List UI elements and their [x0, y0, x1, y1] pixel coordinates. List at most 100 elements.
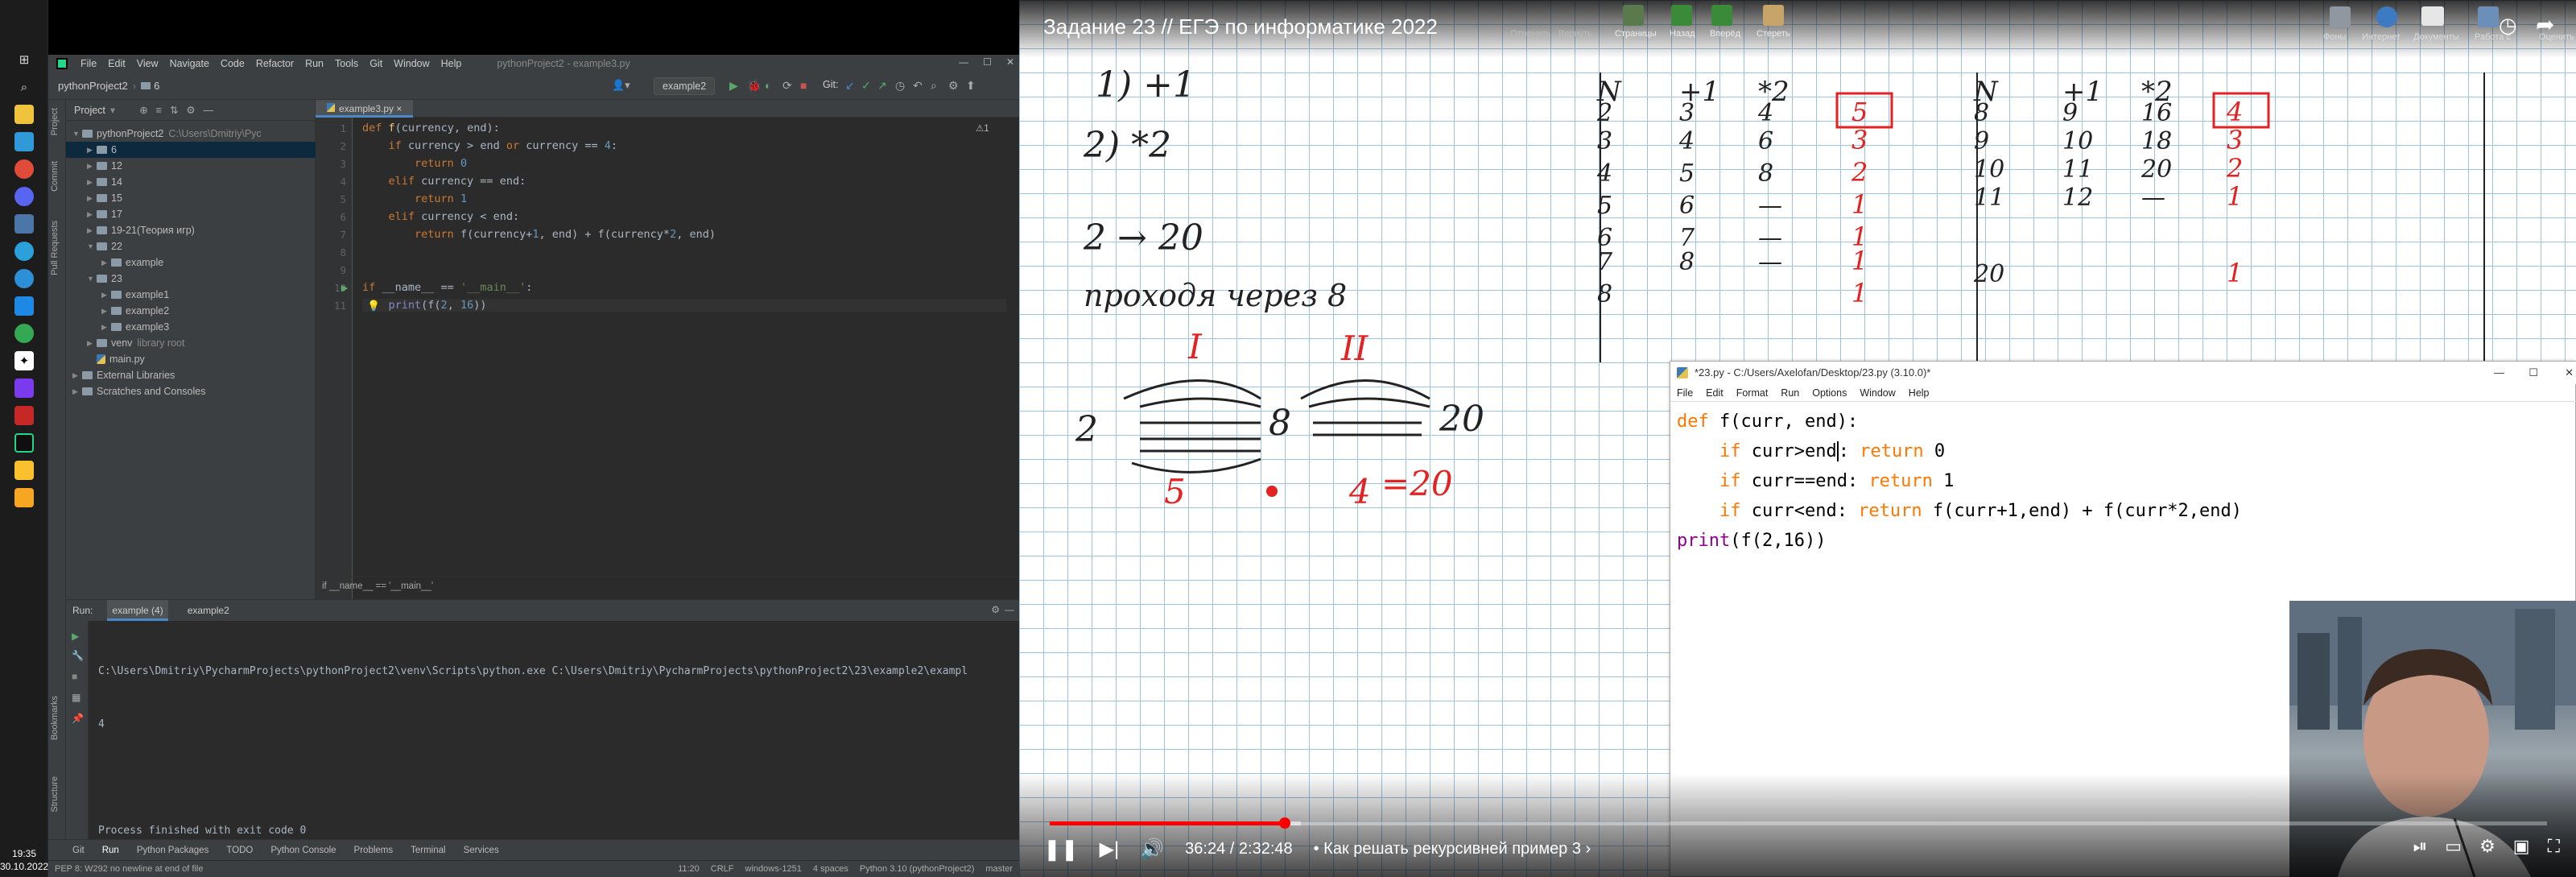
maximize-icon[interactable]: ☐: [983, 56, 992, 68]
chevron-right-icon[interactable]: ▶: [101, 291, 111, 300]
tree-item[interactable]: ▶ 17: [66, 206, 316, 222]
tree-item[interactable]: ▼ 22: [66, 238, 316, 254]
tree-item[interactable]: ▶ example: [66, 254, 316, 271]
run-gutter-icon[interactable]: ▶: [341, 283, 348, 293]
search-icon[interactable]: ⌕: [14, 77, 34, 97]
tree-item[interactable]: ▶ 12: [66, 158, 316, 174]
menu-window[interactable]: Window: [394, 58, 429, 69]
close-icon[interactable]: ✕: [2565, 362, 2574, 384]
bottom-tab-services[interactable]: Services: [464, 846, 499, 855]
tool-window-structure[interactable]: Structure: [50, 776, 60, 813]
toolbar-undo[interactable]: Отменить: [1510, 29, 1550, 39]
toolbar-forward[interactable]: Вперёд: [1710, 29, 1740, 39]
idle-menu-run[interactable]: Run: [1781, 384, 1799, 401]
chrome-icon[interactable]: [14, 159, 34, 179]
discord-icon[interactable]: [14, 187, 34, 206]
toolbar-erase[interactable]: Стереть: [1757, 29, 1790, 39]
pause-icon[interactable]: ❚❚: [1043, 837, 1079, 862]
share-icon[interactable]: ➦: [2536, 11, 2554, 38]
browser-icon[interactable]: [14, 296, 34, 316]
eraser-icon[interactable]: [1763, 5, 1784, 26]
rollback-icon[interactable]: ↶: [913, 79, 923, 93]
settings-icon[interactable]: ⚙: [2479, 836, 2496, 857]
git-commit-icon[interactable]: ✓: [861, 79, 871, 93]
tree-item[interactable]: ▶ 15: [66, 190, 316, 206]
telegram-icon[interactable]: [14, 242, 34, 261]
tool-window-commit[interactable]: Commit: [50, 161, 60, 192]
idle-menu-format[interactable]: Format: [1736, 384, 1769, 401]
menu-code[interactable]: Code: [221, 58, 245, 69]
stop-icon[interactable]: ■: [800, 79, 807, 92]
project-tools-icons[interactable]: ⊕≡⇅⚙—: [139, 104, 221, 116]
chevron-right-icon[interactable]: ▶: [87, 146, 97, 155]
pin-icon[interactable]: 📌: [72, 713, 84, 724]
code-breadcrumb[interactable]: if __name__ == '__main__': [316, 577, 1019, 594]
app-icon[interactable]: [14, 488, 34, 507]
minimize-icon[interactable]: —: [2494, 362, 2504, 384]
layout-icon[interactable]: ▦: [72, 692, 80, 703]
idle-code[interactable]: def f(curr, end): if curr>end: return 0 …: [1677, 407, 2242, 556]
coverage-icon[interactable]: ◐: [765, 79, 771, 92]
git-update-icon[interactable]: ↙: [845, 79, 855, 93]
tree-item[interactable]: ▶ External Libraries: [66, 367, 316, 383]
chevron-right-icon[interactable]: ▶: [87, 162, 97, 171]
menu-run[interactable]: Run: [305, 58, 324, 69]
nav-project[interactable]: pythonProject2: [58, 80, 128, 92]
progress-scrubber[interactable]: [1279, 817, 1291, 829]
pycharm-icon[interactable]: [14, 433, 34, 453]
tool-window-project[interactable]: Project: [50, 108, 60, 135]
tree-item[interactable]: ▼ 23: [66, 271, 316, 287]
volume-icon[interactable]: 🔊: [1140, 838, 1164, 861]
tool-window-bookmarks[interactable]: Bookmarks: [50, 696, 60, 740]
backgrounds-icon[interactable]: [2330, 6, 2351, 27]
hide-icon[interactable]: —: [1005, 604, 1014, 615]
lightbulb-icon[interactable]: 💡: [367, 300, 380, 312]
progress-bar[interactable]: [1050, 817, 2547, 829]
profile-icon[interactable]: ⟳: [782, 79, 792, 93]
vk-icon[interactable]: [14, 214, 34, 234]
bottom-tab-console[interactable]: Python Console: [270, 846, 336, 855]
yandex-browser-icon[interactable]: [14, 406, 34, 425]
fullscreen-icon[interactable]: ⛶: [2548, 836, 2560, 857]
bottom-tab-todo[interactable]: TODO: [226, 846, 253, 855]
chevron-right-icon[interactable]: ▶: [87, 194, 97, 203]
chevron-down-icon[interactable]: ▼: [87, 275, 97, 283]
toolbar-back[interactable]: Назад: [1670, 29, 1695, 39]
next-icon[interactable]: ▶|: [1100, 838, 1120, 861]
maximize-icon[interactable]: ☐: [2529, 362, 2538, 384]
chrome-icon[interactable]: [14, 324, 34, 343]
run-config-select[interactable]: example2: [654, 77, 716, 95]
tree-item[interactable]: main.py: [66, 351, 316, 367]
status-line-sep[interactable]: CRLF: [711, 861, 734, 877]
status-encoding[interactable]: windows-1251: [745, 861, 802, 877]
menu-help[interactable]: Help: [441, 58, 462, 69]
status-message[interactable]: PEP 8: W292 no newline at end of file: [55, 861, 203, 877]
idle-menu-options[interactable]: Options: [1812, 384, 1847, 401]
bottom-tab-packages[interactable]: Python Packages: [137, 846, 209, 855]
chevron-right-icon[interactable]: ▶: [87, 210, 97, 219]
tree-item[interactable]: ▶ 6: [66, 142, 316, 158]
status-branch[interactable]: master: [985, 861, 1013, 877]
youtube-video-player[interactable]: 1) +1 2) *2 2 → 20 проходя через 8 2 8 2…: [1019, 0, 2576, 877]
steam-icon[interactable]: [14, 132, 34, 151]
chevron-right-icon[interactable]: ▶: [72, 387, 82, 396]
close-icon[interactable]: ×: [396, 103, 402, 114]
app-icon[interactable]: [14, 379, 34, 398]
autoplay-toggle-icon[interactable]: ⏯: [2413, 836, 2428, 857]
windows-start-icon[interactable]: ⊞: [14, 50, 34, 69]
chevron-right-icon[interactable]: ▶: [72, 371, 82, 380]
taskbar-clock[interactable]: 19:35 30.10.2022: [0, 847, 48, 873]
editor-tab[interactable]: example3.py ×: [316, 100, 414, 118]
settings-icon[interactable]: ⚙: [991, 604, 1000, 615]
documents-icon[interactable]: [2421, 6, 2444, 26]
history-icon[interactable]: ◷: [895, 79, 905, 93]
project-header[interactable]: Project: [74, 105, 105, 116]
work-icon[interactable]: [2478, 6, 2499, 27]
bottom-tab-git[interactable]: Git: [72, 846, 85, 855]
chevron-right-icon[interactable]: ▶: [101, 259, 111, 267]
idle-menu-window[interactable]: Window: [1860, 384, 1895, 401]
tree-item[interactable]: ▶ 14: [66, 174, 316, 190]
obs-icon[interactable]: ✦: [14, 351, 34, 370]
pages-icon[interactable]: [1623, 5, 1644, 26]
search-icon[interactable]: ⌕: [931, 79, 937, 93]
